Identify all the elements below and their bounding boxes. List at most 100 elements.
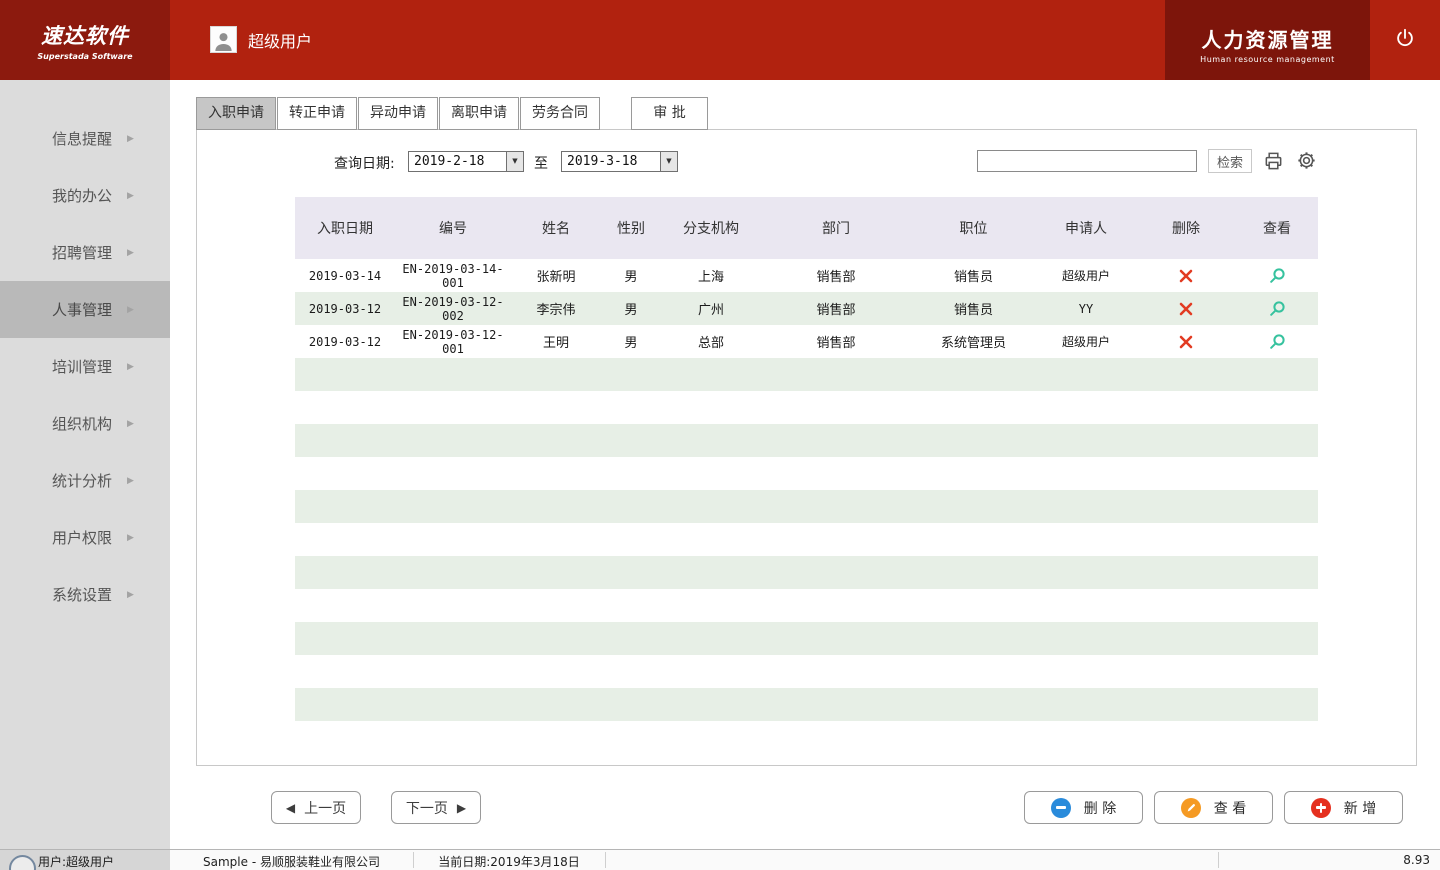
sidebar-item-label: 我的办公	[52, 185, 112, 206]
sidebar-item-organization[interactable]: 组织机构▶	[0, 395, 170, 452]
view-row-icon[interactable]	[1236, 333, 1318, 351]
sidebar-item-training[interactable]: 培训管理▶	[0, 338, 170, 395]
next-page-label: 下一页	[406, 798, 448, 818]
cell-branch: 广州	[661, 299, 761, 318]
cell-gender: 男	[601, 266, 661, 285]
sidebar-item-statistics[interactable]: 统计分析 ▶	[0, 452, 170, 509]
app-window: 速达软件 Superstada Software 超级用户 人力资源管理 Hum…	[0, 0, 1440, 870]
table-row[interactable]: 2019-03-12 EN-2019-03-12-001 王明 男 总部 销售部…	[295, 325, 1318, 358]
sidebar-item-label: 统计分析	[52, 470, 112, 491]
tab-regularization-application[interactable]: 转正申请	[277, 97, 357, 130]
next-page-button[interactable]: 下一页 ▶	[391, 791, 481, 824]
entry-application-table: 入职日期 编号 姓名 性别 分支机构 部门 职位 申请人 删除 查看 2019-…	[295, 197, 1318, 754]
logo: 速达软件 Superstada Software	[0, 0, 170, 80]
search-button[interactable]: 检索	[1208, 149, 1252, 173]
cell-applicant: YY	[1036, 302, 1136, 316]
column-header: 查看	[1236, 218, 1318, 238]
tab-approval[interactable]: 审 批	[631, 97, 708, 130]
cell-branch: 总部	[661, 332, 761, 351]
empty-table-row	[295, 358, 1318, 391]
cell-entry-date: 2019-03-14	[295, 269, 395, 283]
search-input[interactable]	[977, 150, 1197, 172]
status-user-segment: 用户:超级用户	[0, 850, 170, 870]
tab-resignation-application[interactable]: 离职申请	[439, 97, 519, 130]
cell-code: EN-2019-03-12-001	[395, 328, 511, 356]
to-label: 至	[534, 153, 548, 173]
column-header: 申请人	[1036, 218, 1136, 238]
cell-name: 王明	[511, 332, 601, 351]
cell-department: 销售部	[761, 266, 911, 285]
tab-transfer-application[interactable]: 异动申请	[358, 97, 438, 130]
tab-labor-contract[interactable]: 劳务合同	[520, 97, 600, 130]
status-company: Sample - 易顺服装鞋业有限公司	[170, 853, 413, 870]
status-bar: 用户:超级用户 Sample - 易顺服装鞋业有限公司 当前日期:2019年3月…	[0, 849, 1440, 870]
empty-table-row	[295, 457, 1318, 490]
chevron-right-icon: ▶	[127, 305, 134, 315]
view-button[interactable]: 查 看	[1154, 791, 1273, 824]
table-header-row: 入职日期 编号 姓名 性别 分支机构 部门 职位 申请人 删除 查看	[295, 197, 1318, 259]
empty-table-row	[295, 622, 1318, 655]
view-row-icon[interactable]	[1236, 300, 1318, 318]
power-button[interactable]	[1370, 0, 1440, 80]
status-divider	[413, 852, 414, 868]
sidebar-item-label: 人事管理	[52, 299, 112, 320]
delete-button-label: 删 除	[1084, 798, 1116, 818]
cell-applicant: 超级用户	[1036, 333, 1136, 350]
cell-department: 销售部	[761, 332, 911, 351]
cell-position: 销售员	[911, 266, 1036, 285]
print-icon[interactable]	[1263, 150, 1284, 171]
column-header: 入职日期	[295, 218, 395, 238]
cell-gender: 男	[601, 332, 661, 351]
sidebar-item-system-settings[interactable]: 系统设置▶	[0, 566, 170, 623]
sidebar-item-label: 组织机构	[52, 413, 112, 434]
empty-table-row	[295, 688, 1318, 721]
prev-page-button[interactable]: ◀ 上一页	[271, 791, 361, 824]
delete-row-icon[interactable]	[1136, 268, 1236, 284]
empty-table-row	[295, 391, 1318, 424]
app-header: 速达软件 Superstada Software 超级用户 人力资源管理 Hum…	[0, 0, 1440, 80]
chevron-down-icon[interactable]: ▼	[506, 152, 523, 171]
minus-icon	[1051, 798, 1071, 818]
sidebar-item-recruitment[interactable]: 招聘管理 ▶	[0, 224, 170, 281]
cell-name: 李宗伟	[511, 299, 601, 318]
column-header: 分支机构	[661, 218, 761, 238]
chevron-right-icon: ▶	[127, 191, 134, 201]
delete-button[interactable]: 删 除	[1024, 791, 1143, 824]
cell-code: EN-2019-03-12-002	[395, 295, 511, 323]
power-icon	[1394, 27, 1416, 53]
query-date-label: 查询日期:	[334, 153, 395, 173]
table-row[interactable]: 2019-03-14 EN-2019-03-14-001 张新明 男 上海 销售…	[295, 259, 1318, 292]
user-avatar-icon	[210, 26, 237, 53]
chevron-down-icon[interactable]: ▼	[660, 152, 677, 171]
delete-row-icon[interactable]	[1136, 334, 1236, 350]
gear-icon[interactable]	[1296, 150, 1317, 171]
add-button[interactable]: 新 增	[1284, 791, 1403, 824]
pencil-icon	[1181, 798, 1201, 818]
cell-gender: 男	[601, 299, 661, 318]
sidebar-item-user-rights[interactable]: 用户权限▶	[0, 509, 170, 566]
chevron-right-icon: ▶	[127, 476, 134, 486]
tab-bar: 入职申请 转正申请 异动申请 离职申请 劳务合同 审 批	[196, 97, 709, 130]
module-subtitle: Human resource management	[1165, 55, 1370, 64]
chevron-right-icon: ▶	[127, 248, 134, 258]
view-row-icon[interactable]	[1236, 267, 1318, 285]
date-to-select[interactable]: 2019-3-18 ▼	[561, 151, 678, 172]
cell-branch: 上海	[661, 266, 761, 285]
status-divider	[1218, 852, 1219, 868]
sidebar-item-info-reminder[interactable]: 信息提醒▶	[0, 110, 170, 167]
table-row[interactable]: 2019-03-12 EN-2019-03-12-002 李宗伟 男 广州 销售…	[295, 292, 1318, 325]
prev-page-label: 上一页	[304, 798, 346, 818]
date-from-select[interactable]: 2019-2-18 ▼	[408, 151, 524, 172]
delete-row-icon[interactable]	[1136, 301, 1236, 317]
tab-entry-application[interactable]: 入职申请	[196, 97, 276, 130]
column-header: 性别	[601, 218, 661, 238]
add-button-label: 新 增	[1344, 798, 1376, 818]
sidebar-item-label: 招聘管理	[52, 242, 112, 263]
chevron-right-icon: ▶	[127, 590, 134, 600]
empty-table-row	[295, 589, 1318, 622]
status-date: 当前日期:2019年3月18日	[413, 853, 605, 870]
logo-subtitle: Superstada Software	[0, 52, 170, 61]
sidebar-item-my-office[interactable]: 我的办公 ▶	[0, 167, 170, 224]
empty-table-row	[295, 523, 1318, 556]
sidebar-item-personnel[interactable]: 人事管理 ▶	[0, 281, 170, 338]
